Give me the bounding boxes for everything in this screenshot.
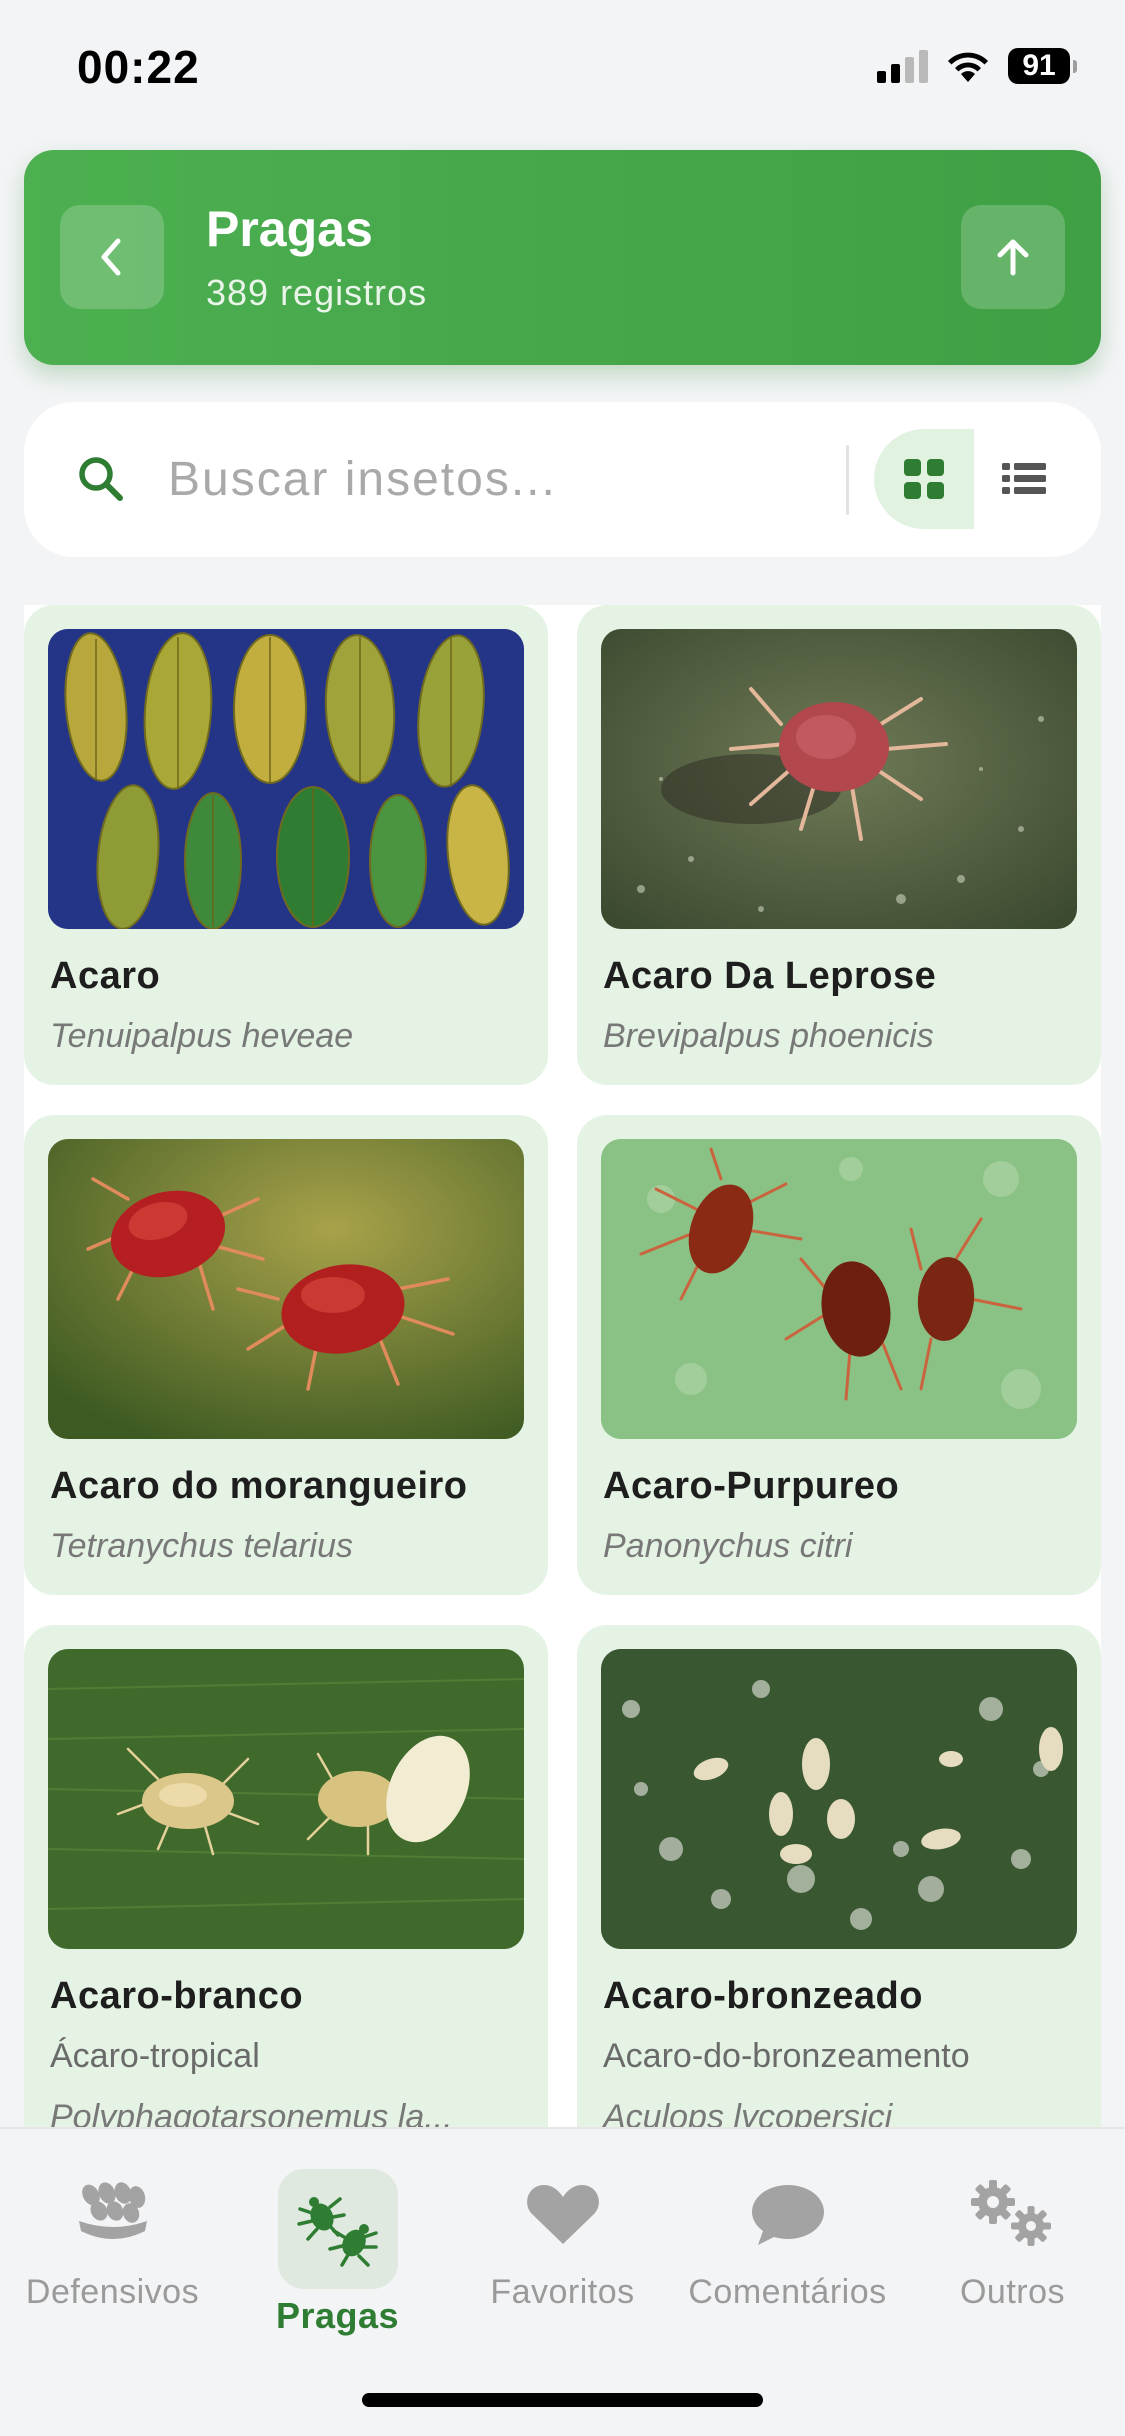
page-title: Pragas — [206, 201, 373, 257]
pest-scientific-name: Panonychus citri — [603, 1527, 853, 1565]
record-count: 389 registros — [206, 272, 428, 313]
bugs-icon — [277, 2169, 398, 2289]
wheat-icon — [63, 2175, 163, 2253]
pest-image — [48, 629, 524, 929]
pest-scientific-name: Aculops lycopersici — [603, 2098, 893, 2127]
pest-image — [48, 1649, 524, 1949]
pest-card[interactable]: Acaro-branco Ácaro-tropical Polyphagotar… — [24, 1625, 548, 2127]
pest-scientific-name: Brevipalpus phoenicis — [603, 1017, 934, 1055]
pest-grid: Acaro Tenuipalpus heveae Acaro Da Lepros… — [24, 605, 1101, 2127]
pest-scientific-name: Tenuipalpus heveae — [50, 1017, 354, 1055]
nav-item-pragas[interactable]: Pragas — [225, 2149, 450, 2349]
nav-item-defensivos[interactable]: Defensivos — [0, 2149, 225, 2349]
back-button[interactable] — [60, 205, 164, 309]
nav-item-favoritos[interactable]: Favoritos — [450, 2149, 675, 2349]
bottom-nav: Defensivos Pragas Favoritos Comentários … — [0, 2127, 1125, 2436]
pest-name: Acaro-Purpureo — [603, 1465, 900, 1507]
pest-card[interactable]: Acaro-Purpureo Panonychus citri — [577, 1115, 1101, 1595]
pest-image — [601, 1139, 1077, 1439]
pest-card[interactable]: Acaro do morangueiro Tetranychus telariu… — [24, 1115, 548, 1595]
nav-label: Outros — [959, 2273, 1066, 2311]
list-icon — [1002, 463, 1046, 494]
status-time: 00:22 — [77, 41, 200, 93]
status-indicators: 91 — [877, 44, 1077, 88]
grid-icon — [904, 459, 944, 499]
arrow-up-icon — [997, 239, 1029, 276]
chevron-left-icon — [101, 238, 121, 276]
pest-name: Acaro-bronzeado — [603, 1975, 923, 2017]
pest-scientific-name: Tetranychus telarius — [50, 1527, 354, 1565]
gears-icon — [963, 2175, 1063, 2253]
list-view-toggle[interactable] — [974, 429, 1074, 529]
pest-common-name: Acaro-do-bronzeamento — [603, 2037, 970, 2075]
nav-label: Defensivos — [25, 2273, 200, 2311]
nav-item-outros[interactable]: Outros — [900, 2149, 1125, 2349]
home-indicator — [362, 2393, 763, 2407]
divider — [846, 445, 849, 515]
page-header: Pragas 389 registros — [24, 150, 1101, 365]
pest-name: Acaro Da Leprose — [603, 955, 937, 997]
nav-label: Favoritos — [490, 2273, 635, 2311]
nav-label: Pragas — [275, 2295, 400, 2336]
pest-card[interactable]: Acaro Da Leprose Brevipalpus phoenicis — [577, 605, 1101, 1085]
pest-name: Acaro — [50, 955, 161, 997]
pest-image — [48, 1139, 524, 1439]
pest-name: Acaro do morangueiro — [50, 1465, 468, 1507]
pest-common-name: Ácaro-tropical — [50, 2037, 260, 2075]
nav-label: Comentários — [688, 2273, 887, 2311]
search-icon — [79, 457, 123, 501]
heart-icon — [513, 2175, 613, 2253]
nav-item-comentarios[interactable]: Comentários — [675, 2149, 900, 2349]
comment-icon — [738, 2175, 838, 2253]
pest-image — [601, 1649, 1077, 1949]
battery-level: 91 — [1008, 48, 1070, 84]
grid-view-toggle[interactable] — [874, 429, 974, 529]
search-input[interactable] — [168, 446, 848, 512]
status-bar: 00:22 91 — [0, 0, 1125, 140]
cellular-signal-icon — [877, 49, 928, 83]
battery-icon: 91 — [1008, 48, 1077, 84]
pest-image — [601, 629, 1077, 929]
wifi-icon — [948, 52, 988, 82]
pest-card[interactable]: Acaro Tenuipalpus heveae — [24, 605, 548, 1085]
pest-name: Acaro-branco — [50, 1975, 304, 2017]
search-bar — [24, 402, 1101, 557]
pest-card[interactable]: Acaro-bronzeado Acaro-do-bronzeamento Ac… — [577, 1625, 1101, 2127]
scroll-top-button[interactable] — [961, 205, 1065, 309]
pest-scientific-name: Polyphagotarsonemus la... — [50, 2098, 453, 2127]
